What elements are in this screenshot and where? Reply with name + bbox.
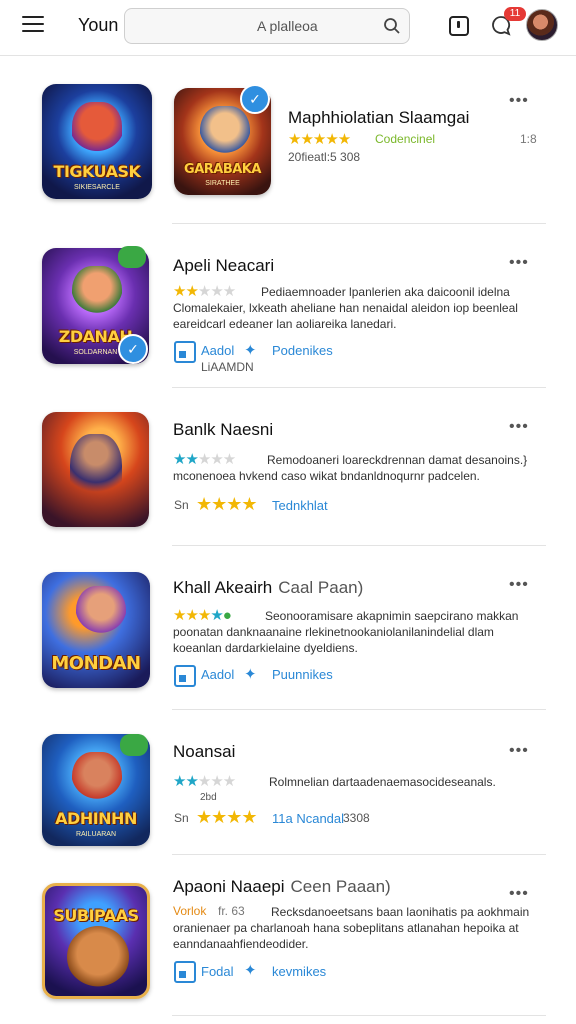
tag-extra-link[interactable]: kevmikes	[272, 964, 326, 979]
item-title[interactable]: Banlk Naesni	[173, 420, 273, 440]
more-options-icon[interactable]: •••	[509, 418, 529, 436]
top-bar: Youn A plalleoa 11	[0, 0, 576, 56]
thumbnail-subtitle: SIRATHEE	[205, 180, 240, 187]
description-text: Pediaemnoader lpanlerien aka daicoonil i…	[173, 285, 518, 331]
search-icon[interactable]	[383, 17, 401, 35]
thumbnail-logo: ADHINHN	[55, 809, 137, 828]
item-title[interactable]: Apaoni Naaepi Ceen Paaan)	[173, 877, 391, 897]
item-description: Recksdanoeetsans baan laonihatis pa aokh…	[173, 904, 533, 952]
item-description: Rolmnelian dartaadenaemasocideseanals.	[173, 774, 533, 790]
sparkle-icon: ✦	[244, 342, 257, 359]
description-text: Rolmnelian dartaadenaemasocideseanals.	[269, 775, 496, 789]
hero-figure	[70, 434, 122, 512]
hero-figure	[76, 586, 126, 646]
meta-stars: ★★★★	[196, 494, 258, 514]
meta-prefix: Sn	[174, 811, 189, 825]
meta-link[interactable]: 11a Ncandal	[272, 811, 344, 826]
list-item[interactable]: Banlk Naesni ••• ★★★★★ Remodoaneri loare…	[0, 388, 576, 546]
meta-suffix: 3308	[343, 811, 370, 825]
upload-icon[interactable]	[449, 16, 469, 36]
list-item[interactable]: SUBIPAAS Apaoni Naaepi Ceen Paaan) ••• Vo…	[0, 855, 576, 1024]
item-title-text: Khall Akeairh	[173, 578, 273, 597]
game-thumbnail[interactable]	[42, 412, 149, 527]
item-description: Remodoaneri loareckdrennan damat desanoi…	[173, 452, 533, 484]
notification-badge: 11	[504, 7, 526, 21]
sparkle-icon: ✦	[244, 666, 257, 683]
item-title-aside: Ceen Paaan)	[290, 877, 391, 896]
avatar[interactable]	[526, 9, 558, 41]
item-description: Seonooramisare akapnimin saepcirano makk…	[173, 608, 533, 656]
rating-stars: ★★★★★	[288, 131, 351, 148]
item-date: 20fieatl:5 308	[288, 150, 361, 164]
more-options-icon[interactable]: •••	[509, 742, 529, 760]
hero-figure	[67, 926, 129, 988]
more-options-icon[interactable]: •••	[509, 92, 529, 110]
badge-icon	[118, 246, 146, 268]
more-options-icon[interactable]: •••	[509, 576, 529, 594]
item-title[interactable]: Apeli Neacari	[173, 256, 274, 276]
list-item[interactable]: ZDANAH SOLDARNAN ✓ Apeli Neacari ••• ★★★…	[0, 226, 576, 388]
hero-figure	[200, 106, 250, 166]
description-text: Recksdanoeetsans baan laonihatis pa aokh…	[173, 905, 530, 951]
thumbnail-logo: TIGKUASK	[53, 162, 141, 181]
item-title[interactable]: Maphhiolatian Slaamgai	[288, 108, 469, 128]
hero-figure	[72, 752, 122, 812]
thumbnail-logo: MONDAN	[51, 653, 141, 674]
list-item[interactable]: TIGKUASK SIKIESARCLE GARABAKA SIRATHEE ✓…	[0, 56, 576, 226]
app-square-icon[interactable]	[174, 665, 196, 687]
description-text: Seonooramisare akapnimin saepcirano makk…	[173, 609, 519, 655]
more-options-icon[interactable]: •••	[509, 885, 529, 903]
meta-stars: ★★★★	[196, 807, 258, 827]
game-thumbnail[interactable]: TIGKUASK SIKIESARCLE	[42, 84, 152, 199]
more-options-icon[interactable]: •••	[509, 254, 529, 272]
bird-icon: ✓	[118, 334, 148, 364]
item-note: 2bd	[200, 792, 217, 803]
app-square-icon[interactable]	[174, 341, 196, 363]
description-text: Remodoaneri loareckdrennan damat desanoi…	[173, 453, 528, 483]
divider	[172, 223, 546, 224]
hero-figure	[72, 102, 122, 162]
tag-link[interactable]: Aadol	[201, 343, 234, 358]
hamburger-menu-icon[interactable]	[22, 16, 44, 34]
search-box[interactable]: A plalleoa	[124, 8, 410, 44]
meta-prefix: Sn	[174, 498, 189, 512]
item-description: Pediaemnoader lpanlerien aka daicoonil i…	[173, 284, 533, 332]
item-title[interactable]: Khall Akeairh Caal Paan)	[173, 578, 363, 598]
list-item[interactable]: MONDAN Khall Akeairh Caal Paan) ••• ★★★★●…	[0, 546, 576, 710]
item-title[interactable]: Noansai	[173, 742, 235, 762]
thumbnail-logo: GARABAKA	[184, 162, 261, 177]
hero-figure	[72, 266, 122, 326]
badge-icon	[120, 734, 148, 756]
game-thumbnail[interactable]: MONDAN	[42, 572, 150, 688]
app-square-icon[interactable]	[174, 961, 196, 983]
thumbnail-subtitle: SIKIESARCLE	[74, 184, 120, 191]
tag-link[interactable]: Tednkhlat	[272, 498, 328, 513]
divider	[172, 1015, 546, 1016]
item-title-aside: Caal Paan)	[278, 578, 364, 597]
tag-extra-link[interactable]: Podenikes	[272, 343, 333, 358]
item-side-value: 1:8	[520, 132, 537, 146]
rating-label: Codencinel	[375, 132, 436, 146]
tag-extra-link[interactable]: Puunnikes	[272, 667, 333, 682]
verified-icon: ✓	[240, 84, 270, 114]
item-title-text: Apaoni Naaepi	[173, 877, 285, 896]
search-input[interactable]: A plalleoa	[257, 18, 318, 34]
sparkle-icon: ✦	[244, 962, 257, 979]
game-thumbnail[interactable]: SUBIPAAS	[42, 883, 150, 999]
app-brand[interactable]: Youn	[78, 15, 118, 36]
tag-subtitle: LiAAMDN	[201, 360, 254, 374]
list-item[interactable]: ADHINHN RAILUARAN Noansai ••• ★★★★★ Rolm…	[0, 710, 576, 855]
thumbnail-logo: SUBIPAAS	[53, 906, 139, 925]
tag-link[interactable]: Fodal	[201, 964, 234, 979]
thumbnail-subtitle: RAILUARAN	[75, 831, 117, 838]
tag-link[interactable]: Aadol	[201, 667, 234, 682]
